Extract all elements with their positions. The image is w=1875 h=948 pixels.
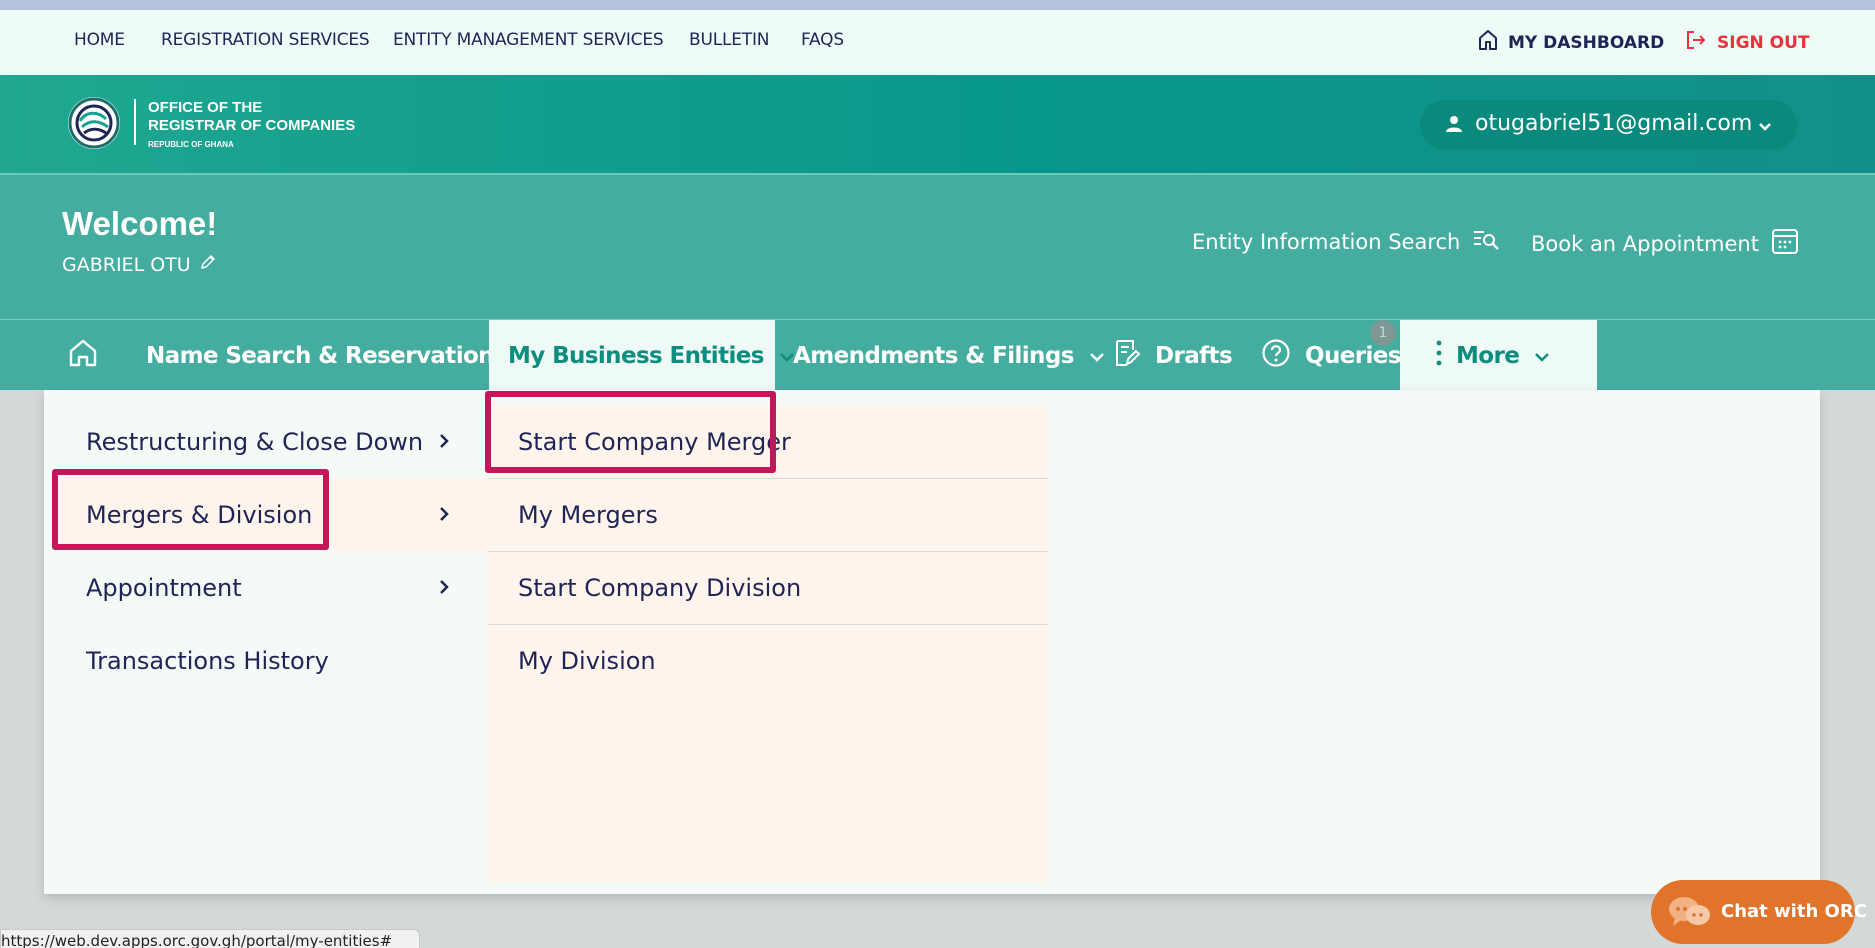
submenu-my-division[interactable]: My Division	[488, 625, 1048, 698]
submenu-item-label: Start Company Division	[518, 574, 802, 602]
home-icon	[68, 338, 98, 374]
welcome-title: Welcome!	[62, 205, 218, 242]
nav-registration-services[interactable]: REGISTRATION SERVICES	[161, 30, 370, 50]
entity-information-search-link[interactable]: Entity Information Search	[1192, 227, 1500, 256]
brand-bar: OFFICE OF THE REGISTRAR OF COMPANIES REP…	[0, 75, 1875, 173]
menu-item-label: Transactions History	[86, 647, 329, 675]
menu-item-label: Restructuring & Close Down	[86, 428, 424, 456]
search-list-icon	[1472, 227, 1500, 256]
logo-line-1: OFFICE OF THE	[148, 99, 263, 116]
chat-icon	[1667, 894, 1713, 935]
main-navigation: Name Search & Reservation My Business En…	[0, 319, 1875, 391]
nav-entity-management-services[interactable]: ENTITY MANAGEMENT SERVICES	[393, 30, 664, 50]
nav-home-button[interactable]	[68, 320, 98, 391]
chevron-right-icon	[438, 578, 450, 600]
submenu-start-company-division[interactable]: Start Company Division	[488, 552, 1048, 625]
nav-faqs[interactable]: FAQS	[801, 30, 844, 50]
my-dashboard-label: MY DASHBOARD	[1508, 32, 1665, 53]
nav-drafts[interactable]: Drafts	[1113, 320, 1233, 391]
user-email: otugabriel51@gmail.com	[1475, 111, 1753, 136]
question-icon	[1261, 338, 1291, 374]
submenu-item-label: My Division	[518, 647, 656, 675]
highlight-mergers-division	[52, 469, 329, 550]
nav-more-label: More	[1456, 342, 1520, 369]
user-icon	[1444, 114, 1464, 138]
book-appointment-label: Book an Appointment	[1531, 231, 1759, 256]
sign-out-link[interactable]: SIGN OUT	[1685, 29, 1810, 56]
nav-bulletin[interactable]: BULLETIN	[689, 30, 770, 50]
nav-name-search-label: Name Search & Reservation	[146, 342, 495, 369]
menu-item-appointment[interactable]: Appointment	[58, 552, 488, 625]
business-entities-dropdown: Restructuring & Close Down Mergers & Div…	[44, 390, 1820, 894]
queries-count-badge: 1	[1370, 320, 1396, 346]
nav-name-search-reservation[interactable]: Name Search & Reservation	[146, 320, 526, 391]
entity-information-search-label: Entity Information Search	[1192, 229, 1461, 254]
nav-amendments-label: Amendments & Filings	[793, 342, 1074, 369]
chevron-right-icon	[438, 505, 450, 527]
nav-home[interactable]: HOME	[74, 30, 125, 50]
chevron-right-icon	[438, 432, 450, 454]
my-dashboard-link[interactable]: MY DASHBOARD	[1478, 29, 1664, 56]
home-icon	[1478, 29, 1498, 56]
menu-item-transactions-history[interactable]: Transactions History	[58, 625, 488, 698]
chevron-down-icon	[1533, 343, 1551, 369]
sign-out-label: SIGN OUT	[1717, 32, 1810, 53]
nav-amendments-filings[interactable]: Amendments & Filings	[793, 320, 1106, 391]
nav-business-entities-label: My Business Entities	[508, 342, 764, 369]
welcome-banner: Welcome! GABRIEL OTU Entity Information …	[0, 173, 1875, 319]
calendar-icon	[1771, 227, 1799, 260]
nav-queries-label: Queries	[1305, 342, 1401, 369]
logo-text: OFFICE OF THE REGISTRAR OF COMPANIES REP…	[148, 99, 355, 149]
edit-icon[interactable]	[199, 253, 217, 276]
highlight-start-company-merger	[485, 391, 776, 473]
mergers-division-submenu: Start Company Merger My Mergers Start Co…	[488, 406, 1048, 882]
nav-drafts-label: Drafts	[1155, 342, 1233, 369]
nav-my-business-entities[interactable]: My Business Entities	[489, 320, 794, 391]
user-name-label: GABRIEL OTU	[62, 253, 191, 276]
browser-status-url: https://web.dev.apps.orc.gov.gh/portal/m…	[0, 929, 420, 948]
sign-out-icon	[1685, 29, 1707, 56]
chevron-down-icon	[1758, 118, 1772, 137]
book-appointment-link[interactable]: Book an Appointment	[1531, 227, 1799, 260]
logo-line-2: REGISTRAR OF COMPANIES	[148, 117, 356, 134]
drafts-icon	[1113, 338, 1141, 374]
user-account-menu[interactable]: otugabriel51@gmail.com	[1420, 100, 1797, 150]
menu-item-label: Appointment	[86, 574, 242, 602]
more-vertical-icon	[1436, 339, 1442, 373]
logo-divider	[134, 99, 136, 145]
user-name: GABRIEL OTU	[62, 253, 217, 276]
submenu-item-label: My Mergers	[518, 501, 658, 529]
submenu-my-mergers[interactable]: My Mergers	[488, 479, 1048, 552]
orc-logo[interactable]	[68, 97, 120, 149]
chat-label: Chat with ORC	[1721, 901, 1867, 922]
top-accent-strip	[0, 0, 1875, 10]
logo-line-3: REPUBLIC OF GHANA	[148, 140, 234, 149]
chat-with-orc-button[interactable]: Chat with ORC	[1651, 880, 1867, 944]
chevron-down-icon	[1088, 343, 1106, 369]
top-navigation: HOME REGISTRATION SERVICES ENTITY MANAGE…	[0, 10, 1875, 75]
nav-more[interactable]: More	[1400, 320, 1597, 391]
